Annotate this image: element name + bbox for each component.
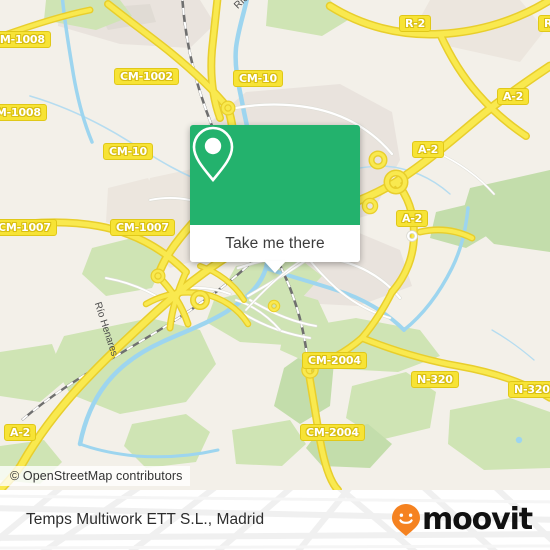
road-shield: R-2 (399, 15, 432, 32)
moovit-wordmark: moovit (421, 502, 533, 537)
moovit-smiley-pin-icon (391, 504, 420, 536)
bottom-bar: Temps Multiwork ETT S.L., Madrid moovit (0, 490, 550, 550)
location-popup[interactable]: Take me there (190, 125, 360, 273)
road-shield: N-320 (411, 371, 459, 388)
take-me-there-button[interactable]: Take me there (190, 225, 360, 262)
road-shield: CM-1008 (0, 104, 47, 121)
road-shield: A-2 (396, 210, 429, 227)
road-shield: CM-10 (233, 70, 283, 87)
road-shield: A-2 (412, 141, 445, 158)
map-pin-icon (192, 126, 234, 183)
road-shield: N-320 (508, 381, 550, 398)
page-title: Temps Multiwork ETT S.L., Madrid (26, 511, 265, 528)
popup-image (190, 125, 360, 225)
road-shield: A-2 (497, 88, 530, 105)
road-shield: CM-2004 (300, 424, 365, 441)
road-shield: CM-10 (103, 143, 153, 160)
map-screenshot: .casing { fill:none; stroke:#e8ce2c; str… (0, 0, 550, 550)
map-canvas[interactable]: .casing { fill:none; stroke:#e8ce2c; str… (0, 0, 550, 490)
pond (515, 436, 523, 444)
road-shield: R-2 (538, 15, 550, 32)
road-shield: CM-1008 (0, 31, 51, 48)
road-shield: CM-1002 (114, 68, 179, 85)
road-shield: CM-1007 (0, 219, 57, 236)
moovit-logo[interactable]: moovit (391, 502, 533, 537)
road-shield: CM-1007 (110, 219, 175, 236)
road-shield: CM-2004 (302, 352, 367, 369)
osm-attribution[interactable]: © OpenStreetMap contributors (0, 466, 190, 486)
road-shield: A-2 (4, 424, 37, 441)
popup-tail (264, 261, 286, 273)
